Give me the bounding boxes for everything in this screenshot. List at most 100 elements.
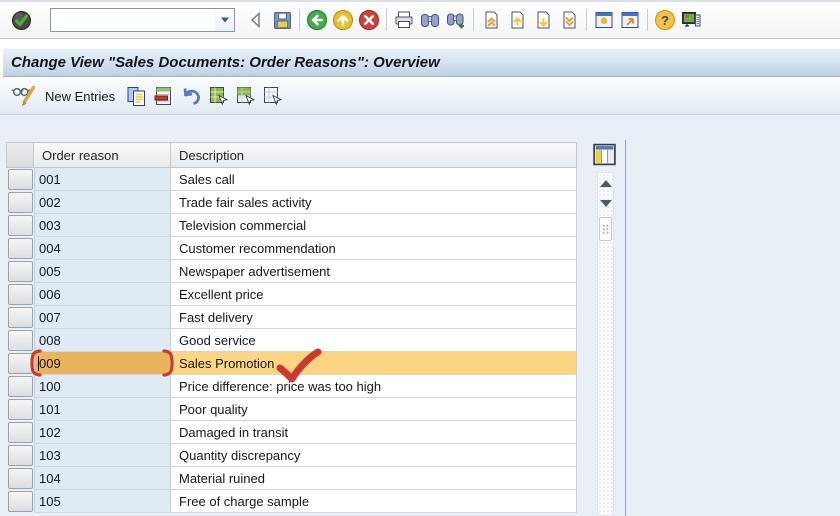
row-select-button[interactable]: [7, 238, 33, 259]
order-reason-cell[interactable]: 007: [34, 306, 171, 329]
row-select-button[interactable]: [7, 261, 33, 282]
description-cell[interactable]: Sales Promotion: [171, 352, 577, 375]
next-page-button[interactable]: [530, 7, 556, 34]
row-select-button[interactable]: [7, 169, 33, 190]
scroll-down-button[interactable]: [598, 193, 613, 213]
table-row[interactable]: 102 Damaged in transit: [6, 421, 577, 444]
table-row[interactable]: 006 Excellent price: [6, 283, 577, 306]
order-reason-cell[interactable]: 101: [34, 398, 171, 421]
row-select-button[interactable]: [7, 215, 33, 236]
create-shortcut-button[interactable]: [617, 7, 643, 34]
delete-line-button[interactable]: [150, 82, 177, 110]
row-select-button[interactable]: [7, 284, 33, 305]
table-row[interactable]: 004 Customer recommendation: [6, 237, 577, 260]
row-select-button[interactable]: [7, 468, 33, 489]
table-row[interactable]: 101 Poor quality: [6, 398, 577, 421]
row-select-cell: [6, 490, 34, 513]
save-button[interactable]: [269, 7, 295, 34]
order-reason-cell[interactable]: 006: [34, 283, 171, 306]
deselect-all-button[interactable]: [259, 82, 286, 110]
scrollbar-thumb[interactable]: [599, 217, 612, 241]
first-page-button[interactable]: [478, 7, 504, 34]
description-cell[interactable]: Newspaper advertisement: [171, 260, 577, 283]
select-all-button[interactable]: [205, 82, 232, 110]
table-row[interactable]: 001 Sales call: [6, 168, 577, 191]
select-column-header[interactable]: [6, 142, 34, 168]
description-cell[interactable]: Trade fair sales activity: [171, 191, 577, 214]
back-button[interactable]: [304, 7, 330, 34]
table-row[interactable]: 005 Newspaper advertisement: [6, 260, 577, 283]
display-change-toggle-button[interactable]: [8, 82, 39, 110]
collapse-command-field-button[interactable]: [243, 7, 269, 34]
exit-button[interactable]: [330, 7, 356, 34]
row-select-button[interactable]: [7, 399, 33, 420]
table-row[interactable]: 104 Material ruined: [6, 467, 577, 490]
last-page-button[interactable]: [556, 7, 582, 34]
description-cell[interactable]: Material ruined: [171, 467, 577, 490]
table-row[interactable]: 002 Trade fair sales activity: [6, 191, 577, 214]
new-session-button[interactable]: [591, 7, 617, 34]
select-block-icon: [237, 86, 256, 106]
description-cell[interactable]: Price difference: price was too high: [171, 375, 577, 398]
description-cell[interactable]: Poor quality: [171, 398, 577, 421]
order-reason-cell[interactable]: 003: [34, 214, 171, 237]
undo-button[interactable]: [177, 82, 205, 110]
find-button[interactable]: [417, 7, 443, 34]
table-row[interactable]: 007 Fast delivery: [6, 306, 577, 329]
order-reason-cell[interactable]: 104: [34, 467, 171, 490]
page-title: Change View "Sales Documents: Order Reas…: [11, 54, 440, 71]
order-reason-cell[interactable]: 008: [34, 329, 171, 352]
order-reason-cell[interactable]: 005: [34, 260, 171, 283]
print-button[interactable]: [391, 7, 417, 34]
order-reason-cell[interactable]: 105: [34, 490, 171, 513]
description-cell[interactable]: Good service: [171, 329, 577, 352]
help-button[interactable]: ?: [652, 7, 678, 34]
table-row[interactable]: 003 Television commercial: [6, 214, 577, 237]
row-select-button[interactable]: [7, 445, 33, 466]
toolbar-separator: [586, 9, 587, 31]
order-reason-cell[interactable]: 103: [34, 444, 171, 467]
command-field[interactable]: [51, 9, 215, 29]
description-cell[interactable]: Damaged in transit: [171, 421, 577, 444]
table-row[interactable]: 009 Sales Promotion: [6, 352, 577, 375]
previous-page-button[interactable]: [504, 7, 530, 34]
row-select-button[interactable]: [7, 491, 33, 512]
description-cell[interactable]: Quantity discrepancy: [171, 444, 577, 467]
description-cell[interactable]: Free of charge sample: [171, 490, 577, 513]
description-cell[interactable]: Television commercial: [171, 214, 577, 237]
table-row[interactable]: 105 Free of charge sample: [6, 490, 577, 513]
enter-button[interactable]: [8, 7, 34, 34]
row-select-button[interactable]: [7, 330, 33, 351]
order-reason-cell[interactable]: 009: [34, 352, 171, 375]
description-cell[interactable]: Sales call: [171, 168, 577, 191]
description-cell[interactable]: Excellent price: [171, 283, 577, 306]
order-reason-cell[interactable]: 002: [34, 191, 171, 214]
find-next-button[interactable]: [443, 7, 469, 34]
toolbar-separator: [299, 9, 300, 31]
column-header-description[interactable]: Description: [171, 142, 577, 168]
order-reason-cell[interactable]: 100: [34, 375, 171, 398]
table-row[interactable]: 103 Quantity discrepancy: [6, 444, 577, 467]
row-select-button[interactable]: [7, 192, 33, 213]
select-block-button[interactable]: [232, 82, 259, 110]
row-select-button[interactable]: [7, 376, 33, 397]
row-select-button[interactable]: [7, 307, 33, 328]
column-header-order-reason[interactable]: Order reason: [34, 142, 171, 168]
row-select-button[interactable]: [7, 422, 33, 443]
order-reason-cell[interactable]: 001: [34, 168, 171, 191]
order-reason-cell[interactable]: 102: [34, 421, 171, 444]
copy-as-button[interactable]: [123, 82, 150, 110]
command-dropdown-button[interactable]: [215, 9, 234, 31]
row-select-button[interactable]: [7, 353, 33, 374]
table-row[interactable]: 008 Good service: [6, 329, 577, 352]
vertical-scrollbar[interactable]: [597, 172, 614, 516]
table-row[interactable]: 100 Price difference: price was too high: [6, 375, 577, 398]
order-reason-cell[interactable]: 004: [34, 237, 171, 260]
new-entries-button[interactable]: New Entries: [39, 87, 123, 106]
scroll-up-button[interactable]: [598, 173, 613, 193]
customize-layout-button[interactable]: [678, 7, 704, 34]
description-cell[interactable]: Fast delivery: [171, 306, 577, 329]
cancel-button[interactable]: [356, 7, 382, 34]
table-configuration-button[interactable]: [591, 141, 618, 168]
description-cell[interactable]: Customer recommendation: [171, 237, 577, 260]
